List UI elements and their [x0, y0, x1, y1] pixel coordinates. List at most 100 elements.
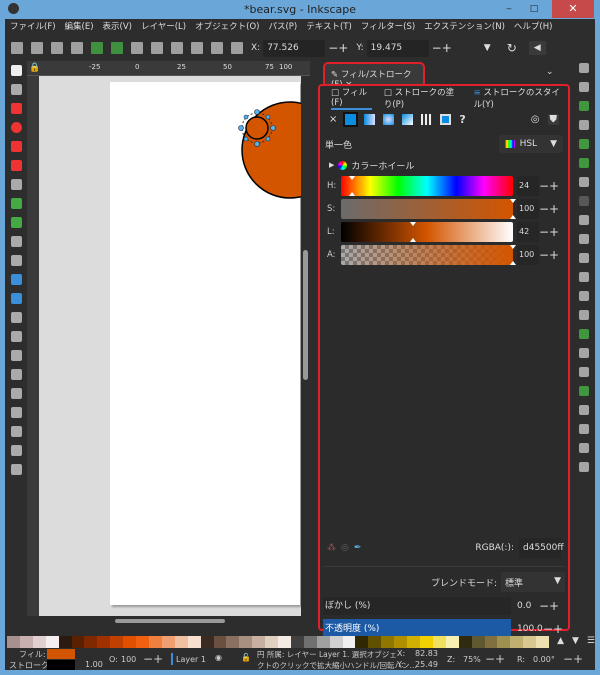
spiral-tool-icon[interactable]	[10, 179, 22, 190]
alpha-value[interactable]: 100	[517, 245, 539, 265]
circle-tool-icon[interactable]	[10, 122, 22, 133]
vertical-ruler[interactable]	[27, 76, 39, 626]
minimize-button[interactable]: ‒	[498, 0, 520, 18]
rgba-input[interactable]: d45500ff	[519, 538, 564, 558]
flip-horizontal-icon[interactable]	[131, 42, 143, 54]
close-button[interactable]: ✕	[552, 0, 594, 18]
opacity-stepper[interactable]: −+	[143, 652, 163, 666]
current-layer[interactable]: Layer 1	[176, 655, 206, 664]
palette-swatch[interactable]	[484, 636, 498, 648]
select-all-icon[interactable]	[11, 42, 23, 54]
deselect-icon[interactable]	[51, 42, 63, 54]
slider-knob[interactable]	[510, 199, 516, 203]
mesh-gradient-button[interactable]	[402, 113, 414, 125]
hue-slider[interactable]	[341, 176, 513, 196]
node-tool-icon[interactable]	[10, 84, 22, 95]
lower-to-bottom-icon[interactable]	[231, 42, 243, 54]
opacity-value[interactable]: 100.0	[517, 624, 543, 634]
fill-rule-evenodd-icon[interactable]: ◎	[531, 114, 540, 125]
rotation-stepper[interactable]: −+	[563, 652, 583, 666]
palette-swatch[interactable]	[213, 636, 227, 648]
slider-knob[interactable]	[510, 245, 516, 249]
palette-swatch[interactable]	[161, 636, 175, 648]
subtab-stroke-paint[interactable]: □ ストロークの塗り(P)	[384, 86, 462, 110]
saturation-slider[interactable]	[341, 199, 516, 219]
palette-swatch[interactable]	[445, 636, 459, 648]
raise-icon[interactable]	[191, 42, 203, 54]
menu-text[interactable]: テキスト(T)	[306, 19, 352, 35]
palette-swatch[interactable]	[97, 636, 111, 648]
palette-swatch[interactable]	[407, 636, 420, 648]
palette-swatch[interactable]	[71, 636, 85, 648]
radial-gradient-button[interactable]	[383, 113, 395, 125]
palette-swatch[interactable]	[316, 636, 330, 648]
menu-filters[interactable]: フィルター(S)	[361, 19, 415, 35]
pen-tool-icon[interactable]	[10, 217, 22, 228]
color-wheel-expander[interactable]: ▶ カラーホイール	[323, 157, 565, 173]
open-icon[interactable]	[578, 82, 589, 92]
save-icon[interactable]	[578, 101, 589, 111]
slider-knob[interactable]	[410, 238, 417, 242]
palette-swatch[interactable]	[394, 636, 408, 648]
fill-swatch[interactable]	[47, 649, 75, 659]
lightness-value[interactable]: 42	[517, 222, 539, 242]
undo-icon[interactable]	[578, 177, 589, 187]
menu-path[interactable]: パス(P)	[268, 19, 297, 35]
export-icon[interactable]	[578, 158, 589, 168]
zoom-stepper[interactable]: −+	[485, 652, 505, 666]
blend-mode-dropdown[interactable]: 標準 ▼	[501, 572, 565, 592]
eraser-tool-icon[interactable]	[10, 388, 22, 399]
x-stepper[interactable]: −+	[328, 41, 348, 55]
star-tool-icon[interactable]	[10, 141, 22, 152]
paint-bucket-tool-icon[interactable]	[10, 331, 22, 342]
palette-swatch[interactable]	[45, 636, 59, 648]
horizontal-ruler[interactable]: -25 0 25 50 75 100	[27, 61, 310, 76]
alpha-slider[interactable]	[341, 245, 516, 265]
slider-knob[interactable]	[410, 222, 417, 226]
redo-icon[interactable]	[578, 196, 589, 206]
lightness-slider[interactable]	[341, 222, 513, 242]
pattern-button[interactable]	[421, 113, 433, 125]
menu-help[interactable]: ヘルプ(H)	[514, 19, 553, 35]
more-dropdown-icon[interactable]: ▼	[484, 43, 491, 53]
vertical-scroll-thumb[interactable]	[303, 250, 308, 380]
text-tool-icon[interactable]	[10, 255, 22, 266]
spray-tool-icon[interactable]	[10, 369, 22, 380]
palette-swatch[interactable]	[458, 636, 472, 648]
palette-swatch[interactable]	[329, 636, 343, 648]
saturation-value[interactable]: 100	[517, 199, 539, 219]
ungroup-icon[interactable]	[578, 405, 589, 415]
copy-icon[interactable]	[578, 215, 589, 225]
palette-swatch[interactable]	[290, 636, 304, 648]
subtab-fill[interactable]: □ フィル(F)	[331, 86, 372, 110]
layers-icon[interactable]	[578, 462, 589, 472]
calligraphy-tool-icon[interactable]	[10, 236, 22, 247]
bear-body-circle[interactable]	[241, 101, 305, 199]
bear-ear-circle[interactable]	[245, 116, 269, 140]
maximize-button[interactable]: □	[523, 0, 545, 18]
blur-stepper[interactable]: −+	[539, 599, 559, 613]
slider-knob[interactable]	[510, 215, 516, 219]
palette-swatch[interactable]	[239, 636, 253, 648]
stroke-width[interactable]: 1.00	[85, 660, 103, 669]
visibility-eye-icon[interactable]: ◉	[215, 653, 222, 662]
palette-swatch[interactable]	[226, 636, 240, 648]
y-stepper[interactable]: −+	[432, 41, 452, 55]
zoom-drawing-icon[interactable]	[578, 291, 589, 301]
rect-tool-icon[interactable]	[10, 103, 22, 114]
palette-swatch[interactable]	[136, 636, 149, 648]
palette-swatch[interactable]	[110, 636, 124, 648]
new-document-icon[interactable]	[578, 63, 589, 73]
rotate-cw-icon[interactable]	[111, 42, 123, 54]
stroke-swatch[interactable]	[47, 660, 75, 670]
palette-swatch[interactable]	[536, 636, 550, 648]
palette-swatch[interactable]	[174, 636, 188, 648]
rotate-ccw-icon[interactable]	[91, 42, 103, 54]
horizontal-scroll-thumb[interactable]	[115, 619, 225, 623]
palette-swatch[interactable]	[123, 636, 137, 648]
hue-value[interactable]: 24	[517, 176, 539, 196]
palette-swatch[interactable]	[84, 636, 98, 648]
import-icon[interactable]	[578, 139, 589, 149]
lower-icon[interactable]	[211, 42, 223, 54]
palette-swatch[interactable]	[58, 636, 72, 648]
